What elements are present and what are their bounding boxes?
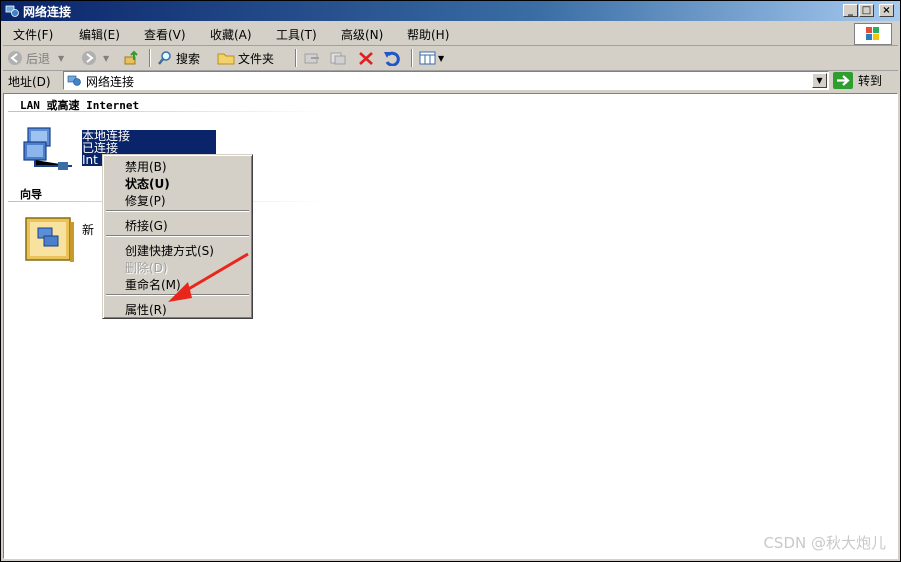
address-dropdown-button[interactable]: ▼ xyxy=(812,73,827,88)
toolbar-separator xyxy=(411,49,413,67)
search-icon xyxy=(158,51,171,65)
menu-tools[interactable]: 工具(T) xyxy=(276,26,317,43)
delete-button[interactable] xyxy=(357,49,375,67)
undo-button[interactable] xyxy=(383,49,401,67)
delete-x-icon xyxy=(359,52,373,65)
address-bar: 地址(D) 网络连接 ▼ 转到 xyxy=(3,70,898,92)
copy-to-button[interactable] xyxy=(329,49,347,67)
undo-icon xyxy=(384,51,400,66)
menu-bar: 文件(F) 编辑(E) 查看(V) 收藏(A) 工具(T) 高级(N) 帮助(H… xyxy=(3,23,898,46)
back-label: 后退 xyxy=(26,51,51,66)
toolbar-separator xyxy=(295,49,297,67)
menu-help[interactable]: 帮助(H) xyxy=(407,26,449,43)
menu-file[interactable]: 文件(F) xyxy=(13,26,53,43)
network-connections-icon xyxy=(5,5,19,17)
address-value: 网络连接 xyxy=(86,75,135,89)
views-dropdown-icon[interactable]: ▼ xyxy=(438,54,444,63)
folders-button[interactable]: 文件夹 xyxy=(217,49,274,67)
up-folder-button[interactable] xyxy=(123,49,141,67)
title-bar[interactable]: 网络连接 _ □ × xyxy=(1,1,900,21)
annotation-arrow xyxy=(168,252,249,302)
minimize-button[interactable]: _ xyxy=(843,4,858,17)
views-grid-icon xyxy=(419,51,436,65)
address-input[interactable]: 网络连接 ▼ xyxy=(63,71,829,90)
up-folder-icon xyxy=(124,50,138,65)
menu-advanced[interactable]: 高级(N) xyxy=(341,26,383,43)
forward-dropdown-icon[interactable]: ▼ xyxy=(103,54,109,63)
address-label: 地址(D) xyxy=(8,75,51,89)
menu-edit[interactable]: 编辑(E) xyxy=(79,26,120,43)
content-pane[interactable]: LAN 或高速 Internet 本地连接 已连接 Int 向导 新 禁用(B)… xyxy=(3,93,898,559)
move-to-icon xyxy=(304,53,319,64)
menu-view[interactable]: 查看(V) xyxy=(144,26,186,43)
copy-to-icon xyxy=(330,52,346,65)
folder-icon xyxy=(217,53,235,65)
back-dropdown-icon[interactable]: ▼ xyxy=(58,54,64,63)
go-label: 转到 xyxy=(858,74,883,88)
maximize-button[interactable]: □ xyxy=(859,4,874,17)
views-button[interactable]: ▼ xyxy=(419,49,444,67)
toolbar-separator xyxy=(149,49,151,67)
forward-button[interactable]: ▼ xyxy=(81,49,109,67)
go-button[interactable]: 转到 xyxy=(833,71,893,90)
move-to-button[interactable] xyxy=(303,49,321,67)
search-button[interactable]: 搜索 xyxy=(157,49,200,67)
toolbar: 后退 ▼ ▼ 搜索 文件夹 ▼ xyxy=(3,46,898,71)
watermark: CSDN @秋大炮儿 xyxy=(763,534,886,552)
folders-label: 文件夹 xyxy=(238,51,275,66)
windows-logo-icon xyxy=(854,23,892,45)
menu-favorites[interactable]: 收藏(A) xyxy=(210,26,252,43)
explorer-window: 网络连接 _ □ × 文件(F) 编辑(E) 查看(V) 收藏(A) 工具(T)… xyxy=(0,0,901,562)
forward-arrow-icon xyxy=(82,51,96,65)
search-label: 搜索 xyxy=(176,51,201,66)
close-button[interactable]: × xyxy=(879,4,894,17)
network-connections-icon xyxy=(67,75,81,86)
back-arrow-icon xyxy=(8,51,22,65)
window-title: 网络连接 xyxy=(23,5,72,19)
back-button[interactable]: 后退 ▼ xyxy=(7,49,64,67)
go-arrow-icon xyxy=(833,72,853,89)
